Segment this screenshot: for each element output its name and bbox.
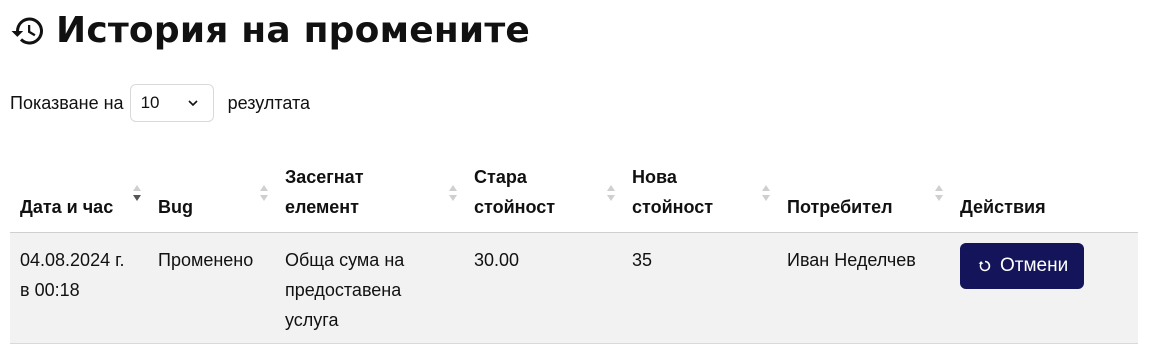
cell-element: Обща сума на предоставена услуга [275, 232, 464, 344]
chevron-down-icon [187, 100, 198, 107]
change-history-page: История на промените Показване на 10 рез… [0, 0, 1150, 360]
column-header-element[interactable]: Засегнат елемент [275, 154, 464, 233]
cell-old-value: 30.00 [464, 232, 622, 344]
sort-icon [449, 185, 457, 201]
undo-icon [978, 260, 991, 272]
cell-date: 04.08.2024 г. в 00:18 [10, 232, 148, 344]
column-header-user[interactable]: Потребител [777, 154, 950, 233]
history-table: Дата и час Bug Засегнат елемент Стара ст… [10, 154, 1138, 344]
column-header-date[interactable]: Дата и час [10, 154, 148, 233]
undo-button-label: Отмени [1000, 255, 1069, 276]
cell-new-value: 35 [622, 232, 777, 344]
table-row: 04.08.2024 г. в 00:18 Променено Обща сум… [10, 232, 1138, 344]
column-header-actions: Действия [950, 154, 1138, 233]
cell-actions: Отмени [950, 232, 1138, 344]
length-suffix-label: резултата [227, 92, 311, 113]
page-length-select[interactable]: 10 [129, 84, 214, 122]
cell-user: Иван Неделчев [777, 232, 950, 344]
length-prefix-label: Показване на [10, 92, 124, 113]
cell-bug: Променено [148, 232, 275, 344]
history-icon [11, 17, 43, 44]
sort-icon [260, 185, 268, 201]
page-length-control: Показване на 10 резултата [10, 84, 310, 122]
column-header-new-value[interactable]: Нова стойност [622, 154, 777, 233]
column-header-bug[interactable]: Bug [148, 154, 275, 233]
sort-icon [607, 185, 615, 201]
column-header-old-value[interactable]: Стара стойност [464, 154, 622, 233]
page-length-value: 10 [140, 93, 160, 112]
sort-icon [762, 185, 770, 201]
page-header: История на промените [10, 10, 530, 51]
table-header-row: Дата и час Bug Засегнат елемент Стара ст… [10, 154, 1138, 233]
sort-desc-icon [133, 185, 141, 201]
page-title: История на промените [56, 10, 531, 51]
sort-icon [935, 185, 943, 201]
undo-button[interactable]: Отмени [960, 243, 1085, 289]
